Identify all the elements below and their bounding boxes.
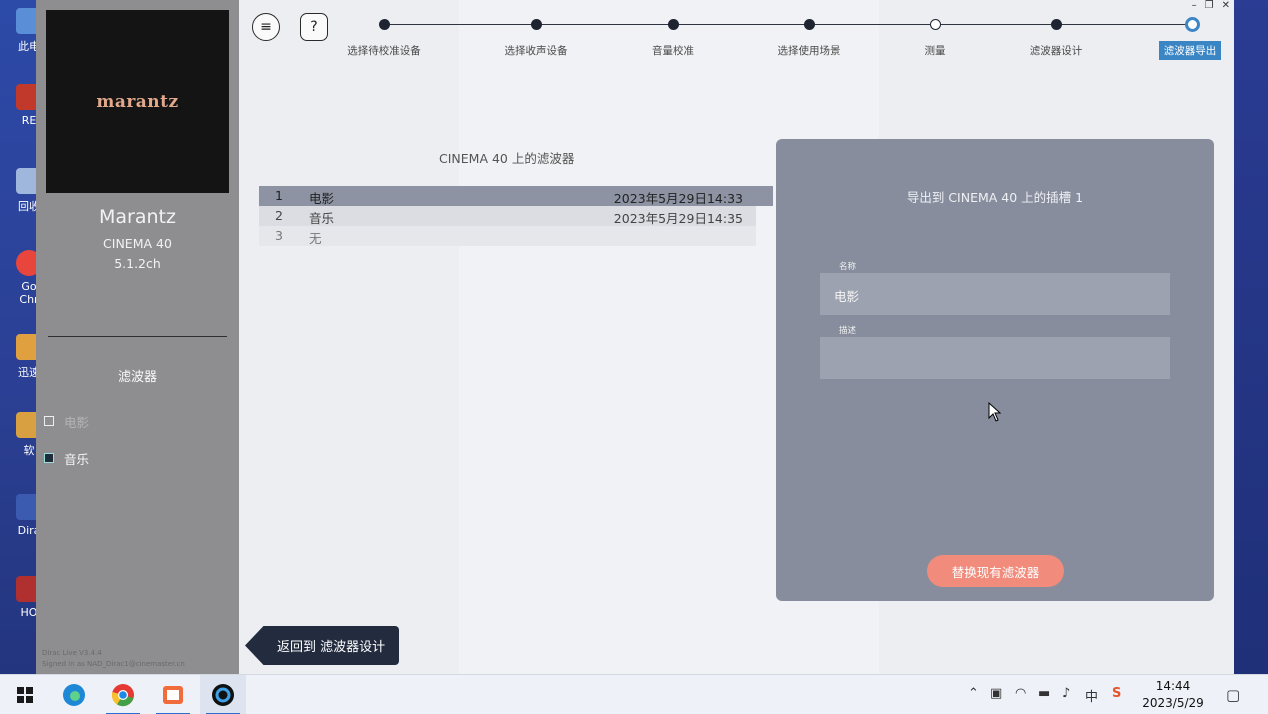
chrome-icon: [111, 684, 134, 707]
name-field-label: 名称: [839, 262, 857, 272]
filter-list-title: CINEMA 40 上的滤波器: [439, 151, 575, 166]
description-field-label: 描述: [839, 326, 857, 336]
notification-icon[interactable]: ▢: [1226, 686, 1240, 704]
volume-icon[interactable]: ♪: [1062, 686, 1070, 701]
ime-indicator[interactable]: 中: [1085, 686, 1098, 705]
description-field[interactable]: [820, 337, 1170, 379]
brand-logo: marantz: [46, 10, 229, 193]
main-content: 选择待校准设备 选择收声设备 音量校准 选择使用场景 测量 滤波器设计 滤波器导…: [239, 0, 1234, 674]
sidebar-filter-label: 电影: [64, 414, 90, 430]
window-controls: – ❐ ✕: [1192, 0, 1230, 11]
menu-icon: ≡: [260, 19, 272, 35]
checkbox-checked-icon[interactable]: [44, 453, 54, 463]
export-panel: 导出到 CINEMA 40 上的插槽 1 名称 电影 描述 替换现有滤波器: [776, 139, 1214, 601]
wifi-icon[interactable]: ◠: [1015, 686, 1026, 701]
brand-logo-text: marantz: [96, 91, 179, 112]
desktop-right-strip: [1234, 0, 1268, 674]
step-dot: [1051, 19, 1062, 30]
taskbar-dirac-live[interactable]: [200, 675, 246, 714]
name-field[interactable]: 电影: [820, 273, 1170, 315]
export-panel-title: 导出到 CINEMA 40 上的插槽 1: [906, 190, 1084, 205]
sogou-icon[interactable]: S: [1112, 686, 1121, 701]
menu-button[interactable]: ≡: [252, 13, 280, 41]
tray-app-icon[interactable]: ▣: [990, 686, 1002, 701]
back-to-filter-design-button[interactable]: 返回到 滤波器设计: [245, 626, 399, 665]
progress-stepper: 选择待校准设备 选择收声设备 音量校准 选择使用场景 测量 滤波器设计 滤波器导…: [239, 0, 1234, 70]
windows-icon: [17, 687, 33, 703]
taskbar-edge[interactable]: [51, 675, 97, 714]
replace-filter-button[interactable]: 替换现有滤波器: [927, 555, 1064, 587]
filter-list: 1 电影 2023年5月29日14:33 2 音乐 2023年5月29日14:3…: [259, 186, 773, 246]
filter-row[interactable]: 1 电影 2023年5月29日14:33: [259, 186, 773, 206]
clock-date: 2023/5/29: [1142, 696, 1204, 710]
close-icon[interactable]: ✕: [1222, 0, 1230, 11]
stepper-line: [384, 24, 1195, 25]
sidebar-filter-label: 音乐: [64, 451, 90, 467]
sidebar-filter-music[interactable]: 音乐: [44, 449, 89, 467]
name-field-value: 电影: [834, 289, 860, 304]
battery-icon[interactable]: ▬: [1038, 686, 1050, 701]
device-model: CINEMA 40: [103, 236, 172, 251]
help-button[interactable]: ?: [300, 13, 328, 41]
edge-icon: [63, 684, 85, 706]
dirac-live-icon: [212, 684, 234, 706]
chevron-up-icon[interactable]: ⌃: [968, 686, 979, 701]
taskbar: ⌃ ▣ ◠ ▬ ♪ 中 S 14:44 2023/5/29 ▢: [0, 674, 1268, 714]
version-info: Dirac Live V3.4.4 Signed in as NAD_Dirac…: [42, 649, 185, 668]
filter-row[interactable]: 2 音乐 2023年5月29日14:35: [259, 206, 756, 226]
taskbar-clock[interactable]: 14:44 2023/5/29: [1138, 678, 1208, 712]
windows-start-button[interactable]: [2, 675, 48, 714]
device-channels: 5.1.2ch: [114, 256, 161, 271]
device-brand: Marantz: [99, 206, 176, 228]
clock-time: 14:44: [1155, 679, 1191, 693]
minimize-icon[interactable]: –: [1192, 0, 1197, 11]
device-sidebar: marantz Marantz CINEMA 40 5.1.2ch 滤波器 电影…: [36, 0, 239, 674]
step-dot-hollow: [930, 19, 941, 30]
step-dot: [531, 19, 542, 30]
step-dot: [668, 19, 679, 30]
taskbar-chrome[interactable]: [100, 675, 146, 714]
checkbox-icon[interactable]: [44, 416, 54, 426]
step-dot: [379, 19, 390, 30]
restore-icon[interactable]: ❐: [1205, 0, 1214, 11]
sidebar-divider: [48, 336, 227, 337]
step-dot: [804, 19, 815, 30]
sidebar-filter-movie[interactable]: 电影: [44, 412, 89, 430]
dirac-live-window: marantz Marantz CINEMA 40 5.1.2ch 滤波器 电影…: [36, 0, 1234, 674]
pointer-app-icon: [163, 686, 183, 704]
step-dot-active: [1185, 17, 1200, 32]
filter-row[interactable]: 3 无: [259, 226, 756, 246]
help-icon: ?: [310, 19, 318, 35]
mouse-cursor-icon: [988, 402, 1002, 422]
taskbar-pointer-app[interactable]: [150, 675, 196, 714]
sidebar-section-title: 滤波器: [117, 370, 157, 385]
